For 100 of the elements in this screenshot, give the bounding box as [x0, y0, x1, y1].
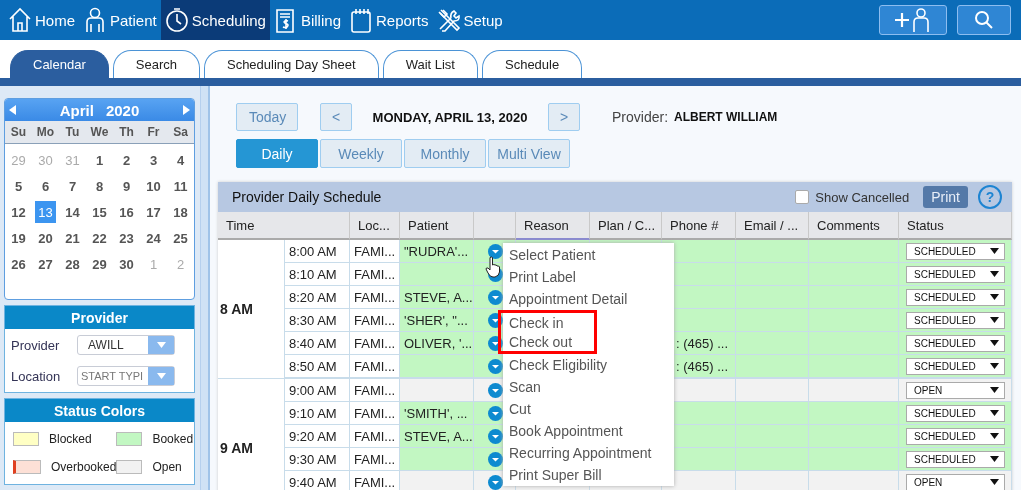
calendar-day[interactable]: 19: [8, 227, 29, 249]
dropdown-icon[interactable]: [488, 451, 503, 467]
caret-icon: [990, 248, 999, 254]
calendar-day[interactable]: 25: [170, 227, 191, 249]
calendar-day[interactable]: 21: [62, 227, 83, 249]
time-cell: 8:20 AM: [285, 286, 350, 309]
location-field[interactable]: START TYPI: [78, 370, 148, 382]
menu-item[interactable]: Appointment Detail: [503, 288, 674, 310]
time-cell: 9:00 AM: [285, 379, 350, 402]
status-select[interactable]: SCHEDULED: [906, 334, 1005, 352]
column-header[interactable]: Patient: [400, 212, 474, 240]
calendar-day[interactable]: 7: [62, 175, 83, 197]
dropdown-button[interactable]: [148, 367, 174, 385]
dropdown-icon[interactable]: [488, 358, 503, 374]
add-patient-button[interactable]: [879, 5, 947, 35]
legend-label: Blocked: [49, 432, 92, 446]
calendar-day[interactable]: 8: [89, 175, 110, 197]
dropdown-icon[interactable]: [488, 382, 503, 398]
calendar-day[interactable]: 5: [8, 175, 29, 197]
calendar-day[interactable]: 30: [116, 253, 137, 275]
calendar-day[interactable]: 27: [35, 253, 56, 275]
column-header[interactable]: Plan / C...: [590, 212, 662, 240]
year-label: 2020: [105, 101, 140, 119]
status-select[interactable]: SCHEDULED: [906, 242, 1005, 260]
print-button[interactable]: Print: [923, 186, 968, 208]
calendar-day[interactable]: 18: [170, 201, 191, 223]
checkbox[interactable]: [795, 190, 810, 204]
status-select[interactable]: SCHEDULED: [906, 288, 1005, 306]
calendar-day[interactable]: 10: [143, 175, 164, 197]
menu-item[interactable]: Book Appointment: [503, 420, 674, 442]
tab[interactable]: Schedule: [482, 50, 583, 78]
menu-item[interactable]: Print Label: [503, 266, 674, 288]
calendar-day[interactable]: 24: [143, 227, 164, 249]
dropdown-icon[interactable]: [488, 428, 503, 444]
nav-item[interactable]: Home: [4, 0, 79, 40]
status-select[interactable]: SCHEDULED: [906, 311, 1005, 329]
calendar-day[interactable]: 2: [116, 149, 137, 171]
calendar-day[interactable]: 9: [116, 175, 137, 197]
nav-item[interactable]: Reports: [345, 0, 433, 40]
tab[interactable]: Wait List: [382, 50, 478, 78]
tab[interactable]: Calendar: [10, 50, 109, 78]
calendar-day[interactable]: 11: [170, 175, 191, 197]
calendar-day[interactable]: 22: [89, 227, 110, 249]
menu-item[interactable]: Scan: [503, 376, 674, 398]
search-button[interactable]: [957, 5, 1011, 35]
nav-item[interactable]: Billing: [269, 0, 345, 40]
column-header[interactable]: Email / ...: [736, 212, 809, 240]
dropdown-icon[interactable]: [488, 289, 503, 305]
dropdown-icon[interactable]: [488, 335, 503, 351]
calendar-day[interactable]: 26: [8, 253, 29, 275]
nav-item[interactable]: Patient: [79, 0, 161, 40]
nav-item[interactable]: Scheduling: [160, 0, 270, 40]
calendar-day[interactable]: 3: [143, 149, 164, 171]
dropdown-icon[interactable]: [488, 243, 503, 259]
column-header[interactable]: Status: [899, 212, 1012, 240]
dropdown-icon[interactable]: [488, 474, 503, 490]
status-select[interactable]: SCHEDULED: [906, 450, 1005, 468]
previous-month-icon[interactable]: [9, 105, 16, 115]
calendar-day[interactable]: 15: [89, 201, 110, 223]
patient-cell: "RUDRA'...: [400, 240, 474, 263]
menu-item[interactable]: Select Patient: [503, 244, 674, 266]
search-icon: [974, 10, 994, 30]
status-select[interactable]: SCHEDULED: [906, 357, 1005, 375]
column-header[interactable]: Time: [218, 212, 350, 240]
dropdown-icon[interactable]: [488, 405, 503, 421]
menu-item[interactable]: Check out: [501, 332, 594, 351]
calendar-day[interactable]: 28: [62, 253, 83, 275]
calendar-day[interactable]: 23: [116, 227, 137, 249]
calendar-day[interactable]: 20: [35, 227, 56, 249]
status-select[interactable]: OPEN: [906, 381, 1005, 399]
status-select[interactable]: OPEN: [906, 473, 1005, 490]
tab[interactable]: Search: [112, 50, 200, 78]
calendar-day[interactable]: 6: [35, 175, 56, 197]
menu-item[interactable]: Check in: [501, 313, 594, 332]
status-select[interactable]: SCHEDULED: [906, 404, 1005, 422]
caret-icon: [990, 433, 999, 439]
status-select[interactable]: SCHEDULED: [906, 265, 1005, 283]
menu-item[interactable]: Cut: [503, 398, 674, 420]
tab[interactable]: Scheduling Day Sheet: [203, 50, 379, 78]
column-header[interactable]: Reason: [516, 212, 590, 240]
caret-icon: [990, 387, 999, 393]
location-combo-box[interactable]: START TYPI: [77, 366, 175, 386]
calendar-day[interactable]: 1: [89, 149, 110, 171]
menu-item[interactable]: Print Super Bill: [503, 464, 674, 486]
status-select[interactable]: SCHEDULED: [906, 427, 1005, 445]
nav-item[interactable]: Setup: [432, 0, 507, 40]
calendar-day[interactable]: 12: [8, 201, 29, 223]
column-header[interactable]: Comments: [809, 212, 899, 240]
calendar-day[interactable]: 29: [89, 253, 110, 275]
next-month-icon[interactable]: [183, 105, 190, 115]
column-header[interactable]: Loc...: [350, 212, 400, 240]
dropdown-icon[interactable]: [488, 312, 503, 328]
calendar-day[interactable]: 4: [170, 149, 191, 171]
provider-select[interactable]: AWILL: [77, 335, 175, 355]
column-header[interactable]: Phone #: [662, 212, 736, 240]
calendar-day[interactable]: 17: [143, 201, 164, 223]
menu-item[interactable]: Recurring Appointment: [503, 442, 674, 464]
calendar-day[interactable]: 14: [62, 201, 83, 223]
calendar-day[interactable]: 16: [116, 201, 137, 223]
panel-title: Provider: [5, 306, 194, 329]
